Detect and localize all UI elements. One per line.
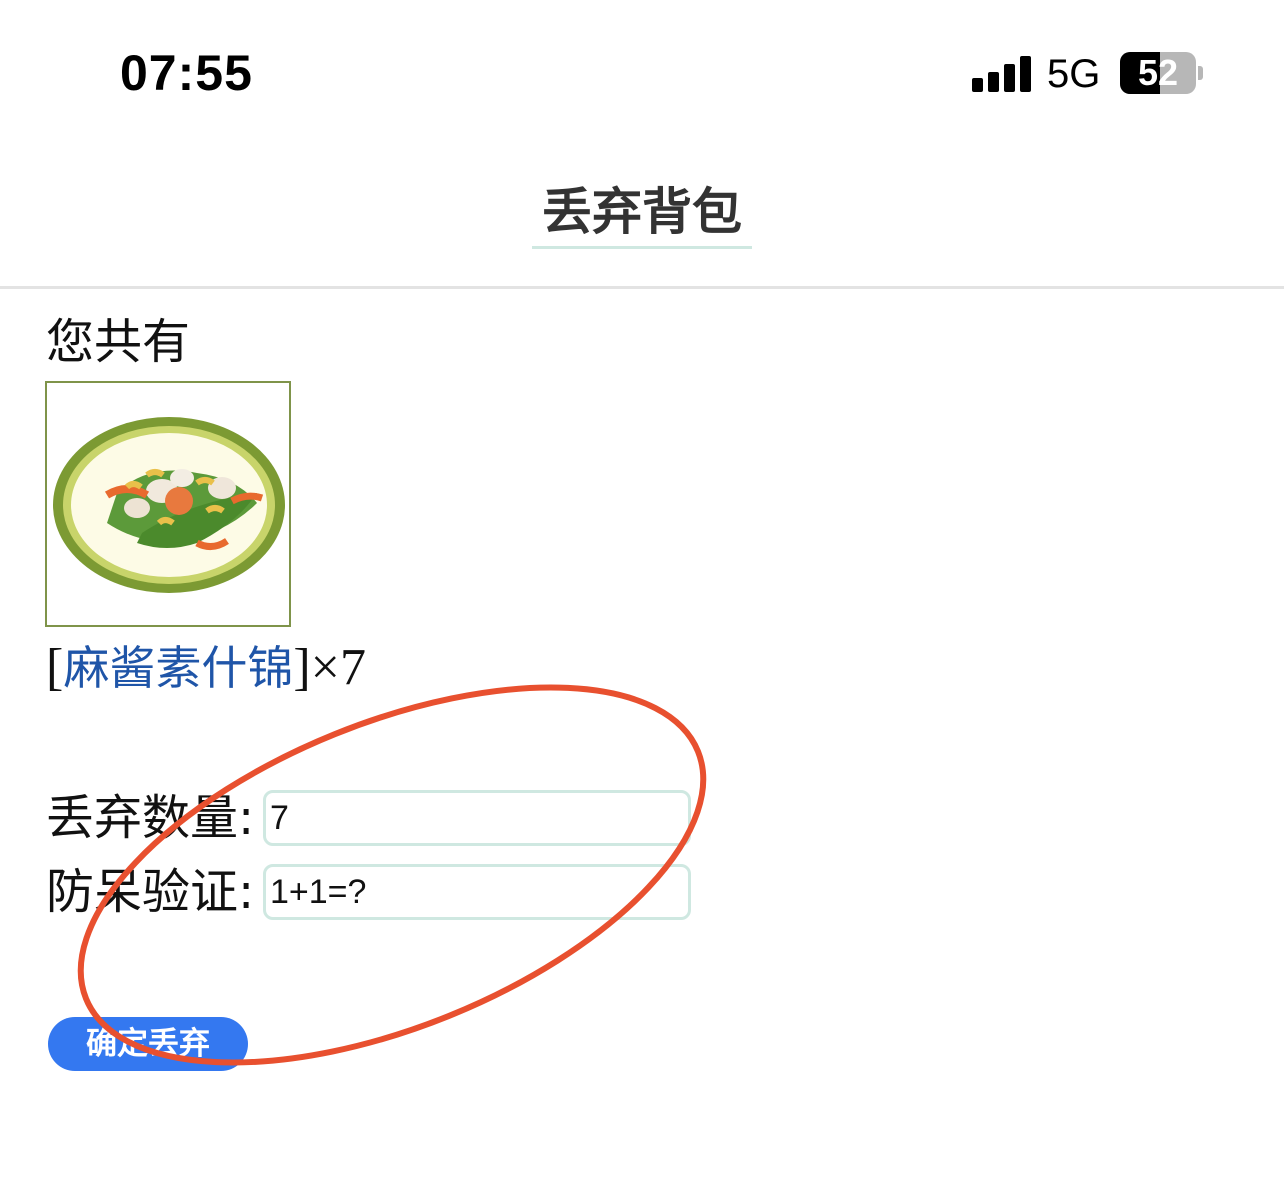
item-image: [45, 381, 291, 627]
quantity-input[interactable]: [263, 790, 691, 846]
status-bar: 07:55 5G 52: [0, 0, 1284, 140]
captcha-label: 防呆验证:: [46, 864, 255, 920]
item-line: [麻酱素什锦]×7: [46, 636, 366, 700]
vegetable-dish-icon: [53, 417, 285, 593]
item-quantity: ×7: [310, 639, 366, 696]
battery-icon: 52: [1120, 52, 1196, 94]
page-title: 丢弃背包: [532, 180, 752, 249]
you-have-label: 您共有: [46, 314, 191, 370]
battery-level: 52: [1137, 52, 1179, 93]
header-divider: [0, 286, 1284, 289]
battery-cap: [1198, 66, 1203, 80]
item-bracket-open: [: [46, 639, 64, 696]
captcha-input[interactable]: [263, 864, 691, 920]
item-bracket-close: ]: [293, 639, 311, 696]
item-name-link[interactable]: 麻酱素什锦: [63, 641, 293, 695]
cellular-signal-icon: [972, 56, 1032, 92]
quantity-label: 丢弃数量:: [46, 790, 255, 846]
confirm-discard-button[interactable]: 确定丢弃: [48, 1017, 248, 1071]
network-type: 5G: [1047, 52, 1101, 96]
status-time: 07:55: [120, 45, 253, 101]
